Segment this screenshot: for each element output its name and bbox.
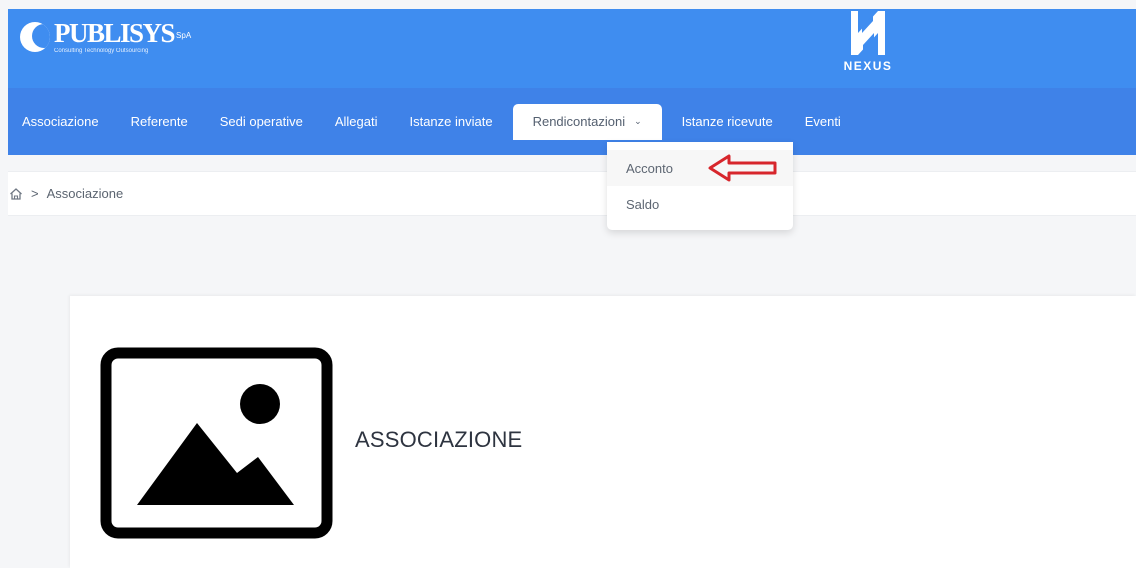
nexus-logo[interactable]: NEXUS (834, 9, 902, 88)
nav-item-istanze-ricevute[interactable]: Istanze ricevute (666, 104, 789, 140)
breadcrumb: > Associazione (8, 171, 1136, 216)
nav-item-label: Rendicontazioni (532, 114, 626, 129)
nav-item-istanze-inviate[interactable]: Istanze inviate (393, 104, 508, 140)
nav-item-allegati[interactable]: Allegati (319, 104, 394, 140)
dropdown-item-label: Acconto (626, 160, 673, 176)
nexus-wordmark: NEXUS (843, 59, 893, 73)
nexus-logo-icon (851, 11, 885, 55)
annotation-arrow-icon (708, 154, 777, 182)
dropdown-item-label: Saldo (626, 196, 660, 212)
nav-item-sedi-operative[interactable]: Sedi operative (204, 104, 319, 140)
page: PUBLISYS SpA Consulting Technology Outsou… (0, 0, 1136, 568)
home-icon[interactable] (9, 187, 23, 201)
top-header: PUBLISYS SpA Consulting Technology Outsou… (8, 9, 1136, 88)
brand-suffix: SpA (176, 31, 192, 40)
main-navigation: Associazione Referente Sedi operative Al… (8, 88, 1136, 155)
nav-item-label: Istanze inviate (409, 114, 493, 129)
nav-item-rendicontazioni[interactable]: Rendicontazioni ⌄ (512, 103, 662, 140)
chevron-down-icon: ⌄ (634, 116, 642, 126)
publisys-logo[interactable]: PUBLISYS SpA Consulting Technology Outsou… (20, 18, 191, 56)
brand-name: PUBLISYS (54, 18, 176, 48)
publisys-crescent-icon (20, 22, 50, 52)
nav-item-label: Istanze ricevute (681, 114, 773, 129)
association-title: ASSOCIAZIONE (355, 427, 523, 452)
nav-item-associazione[interactable]: Associazione (20, 104, 115, 140)
brand-tagline: Consulting Technology Outsourcing (54, 48, 149, 54)
nav-item-label: Associazione (22, 114, 99, 129)
nav-item-label: Eventi (804, 114, 841, 129)
nav-item-referente[interactable]: Referente (115, 104, 204, 140)
breadcrumb-current: Associazione (46, 186, 124, 201)
breadcrumb-separator: > (31, 186, 39, 201)
image-placeholder-icon (100, 347, 333, 539)
publisys-logo-text: PUBLISYS SpA Consulting Technology Outsou… (54, 18, 192, 55)
nav-item-label: Allegati (334, 114, 378, 129)
dropdown-item-saldo[interactable]: Saldo (607, 186, 793, 222)
association-card: ASSOCIAZIONE (70, 296, 1136, 568)
nav-item-label: Referente (130, 114, 188, 129)
nav-item-label: Sedi operative (219, 114, 303, 129)
nav-item-eventi[interactable]: Eventi (789, 104, 857, 140)
